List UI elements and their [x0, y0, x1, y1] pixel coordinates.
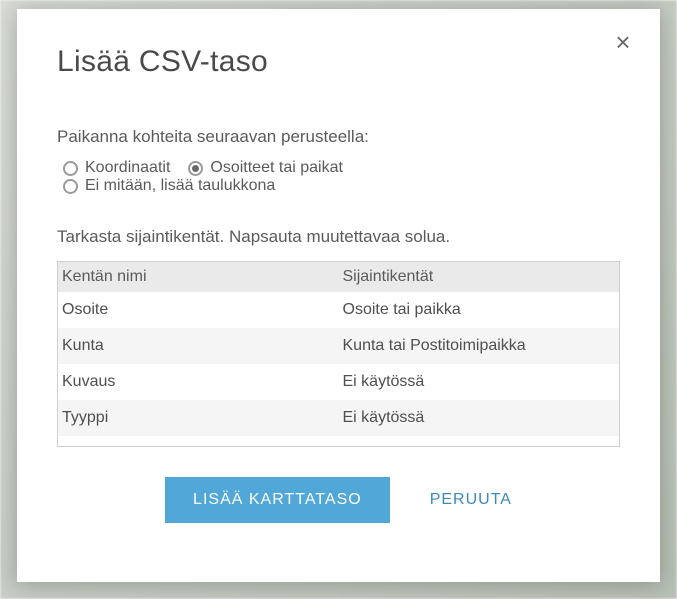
close-icon[interactable]: ×: [610, 29, 636, 55]
locate-by-radio-group: Koordinaatit Osoitteet tai paikat Ei mit…: [63, 159, 620, 195]
cell-location-field[interactable]: Ei käytössä: [339, 364, 620, 400]
cell-field-name[interactable]: Kunta: [58, 328, 339, 364]
dialog-title: Lisää CSV-taso: [57, 45, 620, 79]
table-row: Kunta Kunta tai Postitoimipaikka: [58, 328, 619, 364]
table-row: Tyyppi Ei käytössä: [58, 400, 619, 436]
cell-location-field[interactable]: Kunta tai Postitoimipaikka: [339, 328, 620, 364]
add-layer-button[interactable]: LISÄÄ KARTTATASO: [165, 477, 390, 523]
cell-field-name[interactable]: Kuvaus: [58, 364, 339, 400]
instruction-text: Tarkasta sijaintikentät. Napsauta muutet…: [57, 227, 620, 247]
table-body-scroll[interactable]: Osoite Osoite tai paikka Kunta Kunta tai…: [58, 292, 619, 446]
locate-by-label: Paikanna kohteita seuraavan perusteella:: [57, 127, 620, 147]
radio-icon: [188, 161, 203, 176]
radio-label: Ei mitään, lisää taulukkona: [85, 177, 275, 195]
column-header-location-fields: Sijaintikentät: [339, 262, 620, 292]
table-row: Osoite Osoite tai paikka: [58, 292, 619, 328]
column-header-field-name: Kentän nimi: [58, 262, 339, 292]
cell-location-field[interactable]: Ei käytössä: [339, 400, 620, 436]
dialog-footer: LISÄÄ KARTTATASO PERUUTA: [57, 477, 620, 523]
cell-field-name[interactable]: Tyyppi: [58, 400, 339, 436]
radio-coordinates[interactable]: Koordinaatit: [63, 159, 170, 177]
table-row: Kuvaus Ei käytössä: [58, 364, 619, 400]
add-csv-layer-dialog: × Lisää CSV-taso Paikanna kohteita seura…: [17, 9, 660, 582]
radio-icon: [63, 179, 78, 194]
radio-label: Osoitteet tai paikat: [210, 159, 343, 177]
radio-label: Koordinaatit: [85, 159, 170, 177]
radio-none[interactable]: Ei mitään, lisää taulukkona: [63, 177, 275, 195]
table-header: Kentän nimi Sijaintikentät: [58, 262, 619, 292]
cell-location-field[interactable]: Osoite tai paikka: [339, 292, 620, 328]
radio-addresses[interactable]: Osoitteet tai paikat: [188, 159, 343, 177]
location-fields-table: Kentän nimi Sijaintikentät Osoite Osoite…: [57, 261, 620, 447]
radio-icon: [63, 161, 78, 176]
cell-field-name[interactable]: Osoite: [58, 292, 339, 328]
cancel-button[interactable]: PERUUTA: [430, 491, 512, 509]
